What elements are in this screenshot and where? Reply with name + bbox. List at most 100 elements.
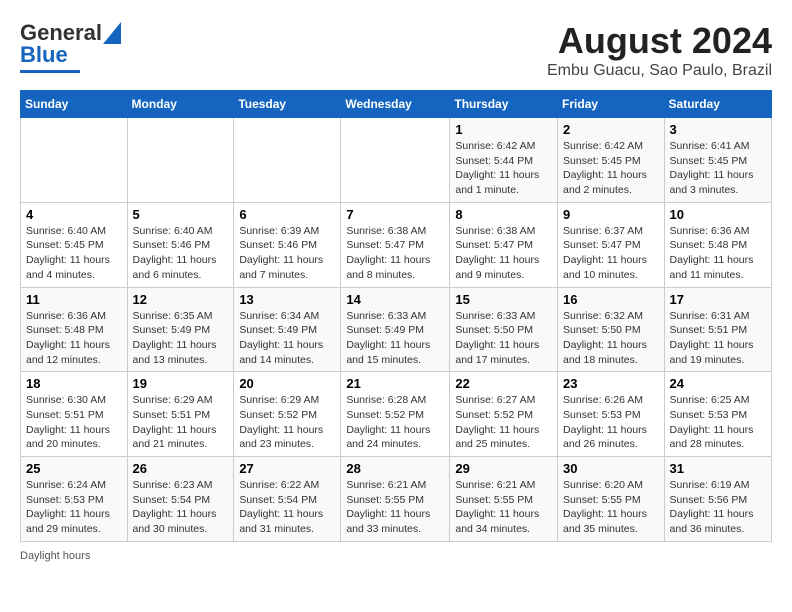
calendar-cell: 28 Sunrise: 6:21 AM Sunset: 5:55 PM Dayli… — [341, 457, 450, 542]
calendar-cell: 31 Sunrise: 6:19 AM Sunset: 5:56 PM Dayli… — [664, 457, 771, 542]
day-number: 19 — [133, 376, 229, 391]
day-info: Sunrise: 6:23 AM Sunset: 5:54 PM Dayligh… — [133, 478, 229, 537]
day-of-week-header: Tuesday — [234, 91, 341, 118]
calendar-cell: 10 Sunrise: 6:36 AM Sunset: 5:48 PM Dayli… — [664, 202, 771, 287]
day-info: Sunrise: 6:20 AM Sunset: 5:55 PM Dayligh… — [563, 478, 659, 537]
day-number: 3 — [670, 122, 766, 137]
calendar-cell: 21Sunrise: 6:28 AM Sunset: 5:52 PM Dayli… — [341, 372, 450, 457]
day-info: Sunrise: 6:29 AM Sunset: 5:51 PM Dayligh… — [133, 393, 229, 452]
day-info: Sunrise: 6:41 AM Sunset: 5:45 PM Dayligh… — [670, 139, 766, 198]
day-info: Sunrise: 6:22 AM Sunset: 5:54 PM Dayligh… — [239, 478, 335, 537]
day-info: Sunrise: 6:40 AM Sunset: 5:45 PM Dayligh… — [26, 224, 122, 283]
calendar-cell: 12 Sunrise: 6:35 AM Sunset: 5:49 PM Dayli… — [127, 287, 234, 372]
calendar-cell: 9 Sunrise: 6:37 AM Sunset: 5:47 PM Daylig… — [558, 202, 665, 287]
calendar-cell: 20Sunrise: 6:29 AM Sunset: 5:52 PM Dayli… — [234, 372, 341, 457]
day-number: 1 — [455, 122, 552, 137]
day-info: Sunrise: 6:35 AM Sunset: 5:49 PM Dayligh… — [133, 309, 229, 368]
day-of-week-header: Friday — [558, 91, 665, 118]
day-info: Sunrise: 6:27 AM Sunset: 5:52 PM Dayligh… — [455, 393, 552, 452]
day-number: 20 — [239, 376, 335, 391]
logo-underline — [20, 70, 80, 73]
calendar-cell: 18 Sunrise: 6:30 AM Sunset: 5:51 PM Dayli… — [21, 372, 128, 457]
day-number: 27 — [239, 461, 335, 476]
calendar-cell: 1 Sunrise: 6:42 AM Sunset: 5:44 PM Daylig… — [450, 118, 558, 203]
day-number: 12 — [133, 292, 229, 307]
day-info: Sunrise: 6:33 AM Sunset: 5:49 PM Dayligh… — [346, 309, 444, 368]
title-area: August 2024 Embu Guacu, Sao Paulo, Brazi… — [547, 20, 772, 80]
day-info: Sunrise: 6:34 AM Sunset: 5:49 PM Dayligh… — [239, 309, 335, 368]
calendar-cell: 13 Sunrise: 6:34 AM Sunset: 5:49 PM Dayli… — [234, 287, 341, 372]
day-info: Sunrise: 6:42 AM Sunset: 5:44 PM Dayligh… — [455, 139, 552, 198]
calendar-week-row: 1 Sunrise: 6:42 AM Sunset: 5:44 PM Daylig… — [21, 118, 772, 203]
calendar-cell — [21, 118, 128, 203]
calendar-cell: 6Sunrise: 6:39 AM Sunset: 5:46 PM Daylig… — [234, 202, 341, 287]
day-of-week-header: Monday — [127, 91, 234, 118]
calendar-cell: 26Sunrise: 6:23 AM Sunset: 5:54 PM Dayli… — [127, 457, 234, 542]
logo-icon — [103, 22, 121, 44]
logo-text-blue: Blue — [20, 42, 68, 68]
day-info: Sunrise: 6:28 AM Sunset: 5:52 PM Dayligh… — [346, 393, 444, 452]
calendar-cell: 4Sunrise: 6:40 AM Sunset: 5:45 PM Daylig… — [21, 202, 128, 287]
day-info: Sunrise: 6:33 AM Sunset: 5:50 PM Dayligh… — [455, 309, 552, 368]
calendar-header-row: SundayMondayTuesdayWednesdayThursdayFrid… — [21, 91, 772, 118]
day-info: Sunrise: 6:38 AM Sunset: 5:47 PM Dayligh… — [346, 224, 444, 283]
day-info: Sunrise: 6:42 AM Sunset: 5:45 PM Dayligh… — [563, 139, 659, 198]
day-number: 31 — [670, 461, 766, 476]
calendar-cell: 16 Sunrise: 6:32 AM Sunset: 5:50 PM Dayli… — [558, 287, 665, 372]
day-of-week-header: Saturday — [664, 91, 771, 118]
calendar-cell: 25Sunrise: 6:24 AM Sunset: 5:53 PM Dayli… — [21, 457, 128, 542]
day-number: 24 — [670, 376, 766, 391]
day-info: Sunrise: 6:38 AM Sunset: 5:47 PM Dayligh… — [455, 224, 552, 283]
page-header: General Blue August 2024 Embu Guacu, Sao… — [20, 20, 772, 80]
day-of-week-header: Thursday — [450, 91, 558, 118]
day-info: Sunrise: 6:25 AM Sunset: 5:53 PM Dayligh… — [670, 393, 766, 452]
calendar-cell — [234, 118, 341, 203]
day-info: Sunrise: 6:32 AM Sunset: 5:50 PM Dayligh… — [563, 309, 659, 368]
day-number: 16 — [563, 292, 659, 307]
calendar-week-row: 18 Sunrise: 6:30 AM Sunset: 5:51 PM Dayli… — [21, 372, 772, 457]
calendar-cell: 2 Sunrise: 6:42 AM Sunset: 5:45 PM Daylig… — [558, 118, 665, 203]
day-info: Sunrise: 6:36 AM Sunset: 5:48 PM Dayligh… — [26, 309, 122, 368]
footer-text: Daylight hours — [20, 550, 90, 562]
day-number: 14 — [346, 292, 444, 307]
day-number: 22 — [455, 376, 552, 391]
calendar-cell: 27 Sunrise: 6:22 AM Sunset: 5:54 PM Dayli… — [234, 457, 341, 542]
calendar-cell: 30Sunrise: 6:20 AM Sunset: 5:55 PM Dayli… — [558, 457, 665, 542]
day-number: 18 — [26, 376, 122, 391]
day-number: 9 — [563, 207, 659, 222]
day-number: 23 — [563, 376, 659, 391]
day-number: 6 — [239, 207, 335, 222]
calendar-cell: 11 Sunrise: 6:36 AM Sunset: 5:48 PM Dayli… — [21, 287, 128, 372]
day-number: 13 — [239, 292, 335, 307]
day-of-week-header: Wednesday — [341, 91, 450, 118]
day-info: Sunrise: 6:19 AM Sunset: 5:56 PM Dayligh… — [670, 478, 766, 537]
calendar-week-row: 25Sunrise: 6:24 AM Sunset: 5:53 PM Dayli… — [21, 457, 772, 542]
calendar-table: SundayMondayTuesdayWednesdayThursdayFrid… — [20, 90, 772, 542]
day-info: Sunrise: 6:30 AM Sunset: 5:51 PM Dayligh… — [26, 393, 122, 452]
calendar-cell: 29Sunrise: 6:21 AM Sunset: 5:55 PM Dayli… — [450, 457, 558, 542]
day-number: 2 — [563, 122, 659, 137]
calendar-cell — [341, 118, 450, 203]
footer: Daylight hours — [20, 550, 772, 562]
day-number: 5 — [133, 207, 229, 222]
day-info: Sunrise: 6:21 AM Sunset: 5:55 PM Dayligh… — [346, 478, 444, 537]
day-info: Sunrise: 6:36 AM Sunset: 5:48 PM Dayligh… — [670, 224, 766, 283]
day-of-week-header: Sunday — [21, 91, 128, 118]
day-info: Sunrise: 6:21 AM Sunset: 5:55 PM Dayligh… — [455, 478, 552, 537]
day-number: 17 — [670, 292, 766, 307]
calendar-cell: 19 Sunrise: 6:29 AM Sunset: 5:51 PM Dayli… — [127, 372, 234, 457]
day-number: 28 — [346, 461, 444, 476]
day-number: 11 — [26, 292, 122, 307]
calendar-cell: 7Sunrise: 6:38 AM Sunset: 5:47 PM Daylig… — [341, 202, 450, 287]
day-info: Sunrise: 6:37 AM Sunset: 5:47 PM Dayligh… — [563, 224, 659, 283]
calendar-week-row: 4Sunrise: 6:40 AM Sunset: 5:45 PM Daylig… — [21, 202, 772, 287]
day-info: Sunrise: 6:26 AM Sunset: 5:53 PM Dayligh… — [563, 393, 659, 452]
calendar-cell: 24 Sunrise: 6:25 AM Sunset: 5:53 PM Dayli… — [664, 372, 771, 457]
day-number: 10 — [670, 207, 766, 222]
day-info: Sunrise: 6:40 AM Sunset: 5:46 PM Dayligh… — [133, 224, 229, 283]
calendar-cell: 5 Sunrise: 6:40 AM Sunset: 5:46 PM Daylig… — [127, 202, 234, 287]
logo: General Blue — [20, 20, 121, 73]
calendar-cell: 14 Sunrise: 6:33 AM Sunset: 5:49 PM Dayli… — [341, 287, 450, 372]
calendar-cell: 8Sunrise: 6:38 AM Sunset: 5:47 PM Daylig… — [450, 202, 558, 287]
day-number: 25 — [26, 461, 122, 476]
